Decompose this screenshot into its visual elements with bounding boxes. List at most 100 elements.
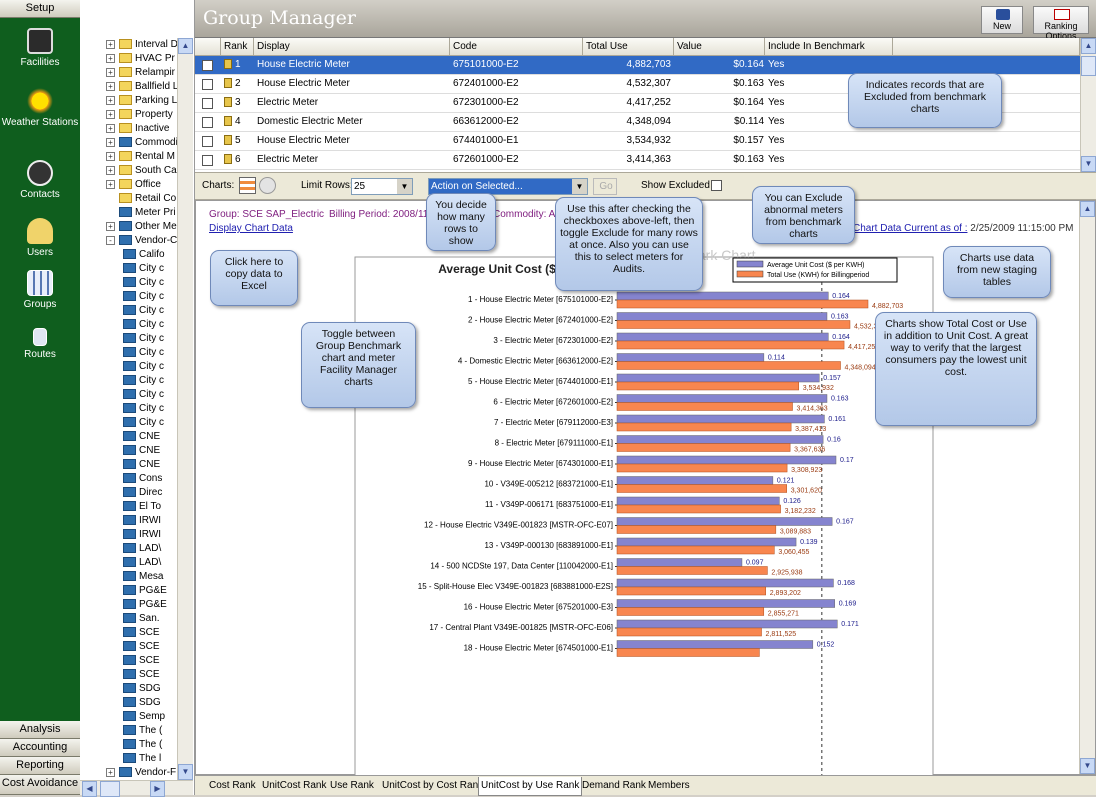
row-checkbox[interactable] — [202, 136, 213, 147]
tree-item[interactable]: City c — [123, 262, 164, 276]
row-checkbox[interactable] — [202, 117, 213, 128]
grid-vertical-scrollbar[interactable]: ▲ ▼ — [1080, 38, 1096, 172]
nav-item-contacts[interactable]: Contacts — [0, 160, 80, 200]
column-header-total-use[interactable]: Total Use — [583, 38, 674, 56]
tab-use-rank[interactable]: Use Rank — [328, 777, 376, 795]
tree-item[interactable]: SCE — [123, 668, 160, 682]
setup-header[interactable]: Setup — [0, 0, 80, 18]
expand-icon[interactable]: + — [106, 179, 115, 189]
scroll-down-icon[interactable]: ▼ — [178, 764, 193, 780]
scroll-up-icon[interactable]: ▲ — [1080, 201, 1095, 217]
tree-item[interactable]: LAD\ — [123, 556, 161, 570]
go-button[interactable]: Go — [593, 178, 617, 195]
expand-icon[interactable]: + — [106, 95, 115, 105]
expand-icon[interactable]: + — [106, 221, 115, 231]
tree-item[interactable]: + Parking L — [106, 94, 177, 108]
tree-item[interactable]: City c — [123, 318, 164, 332]
tree-item[interactable]: Semp — [123, 710, 165, 724]
scroll-down-icon[interactable]: ▼ — [1081, 156, 1096, 172]
benchmark-chart-toggle-icon[interactable] — [239, 177, 256, 194]
tree-item[interactable]: Retail Co — [119, 192, 176, 206]
tree-item[interactable]: Mesa — [123, 570, 163, 584]
nav-item-groups[interactable]: Groups — [0, 270, 80, 310]
tree-vertical-scrollbar[interactable]: ▲ ▼ — [177, 38, 193, 780]
nav-analysis[interactable]: Analysis — [0, 721, 80, 739]
row-checkbox[interactable] — [202, 60, 213, 71]
column-header-display[interactable]: Display — [254, 38, 450, 56]
tab-demand-rank[interactable]: Demand Rank — [580, 777, 648, 795]
tree-item[interactable]: SDG — [123, 682, 161, 696]
tree-item[interactable]: PG&E — [123, 584, 167, 598]
row-checkbox[interactable] — [202, 155, 213, 166]
chart-vertical-scrollbar[interactable]: ▲ ▼ — [1079, 201, 1095, 774]
tree-item[interactable]: Califo — [123, 248, 165, 262]
tree-item[interactable]: City c — [123, 416, 164, 430]
table-row[interactable]: 6 Electric Meter 672601000-E2 3,414,363 $0.1… — [195, 151, 1080, 170]
tree-item[interactable]: + Interval D — [106, 38, 178, 52]
scroll-up-icon[interactable]: ▲ — [1081, 38, 1096, 54]
nav-reporting[interactable]: Reporting — [0, 757, 80, 775]
table-row[interactable]: 5 House Electric Meter 674401000-E1 3,534,9… — [195, 132, 1080, 151]
tree-item[interactable]: - Vendor-C — [106, 234, 177, 248]
tree-item[interactable]: Meter Pri — [119, 206, 176, 220]
limit-rows-select[interactable]: 25 ▼ — [351, 178, 413, 195]
tree-item[interactable]: LAD\ — [123, 542, 161, 556]
tree-item[interactable]: CNE — [123, 430, 160, 444]
nav-item-facilities[interactable]: Facilities — [0, 28, 80, 68]
nav-item-routes[interactable]: Routes — [0, 328, 80, 360]
tree-item[interactable]: + Ballfield L — [106, 80, 178, 94]
tree-item[interactable]: SCE — [123, 626, 160, 640]
scroll-up-icon[interactable]: ▲ — [178, 38, 193, 54]
tree-item[interactable]: San. — [123, 612, 160, 626]
show-excluded-checkbox[interactable] — [711, 180, 722, 191]
column-header-value[interactable]: Value — [674, 38, 765, 56]
tree-item[interactable]: City c — [123, 290, 164, 304]
tab-cost-rank[interactable]: Cost Rank — [207, 777, 258, 795]
tree-item[interactable]: City c — [123, 276, 164, 290]
scroll-thumb[interactable] — [1081, 56, 1096, 76]
tree-horizontal-scrollbar[interactable]: ◀ ▶ — [80, 780, 193, 797]
row-checkbox[interactable] — [202, 79, 213, 90]
tree-item[interactable]: The l — [123, 752, 161, 766]
tree-item[interactable]: City c — [123, 360, 164, 374]
expand-icon[interactable]: + — [106, 165, 115, 175]
collapse-icon[interactable]: - — [106, 235, 115, 245]
column-header-code[interactable]: Code — [450, 38, 583, 56]
tab-unitcost-by-cost-rank[interactable]: UnitCost by Cost Rank — [380, 777, 485, 795]
tree-item[interactable]: City c — [123, 346, 164, 360]
tree-item[interactable]: SCE — [123, 640, 160, 654]
expand-icon[interactable]: + — [106, 53, 115, 63]
tree-item[interactable]: + Vendor-F — [106, 766, 176, 780]
expand-icon[interactable]: + — [106, 109, 115, 119]
tree-item[interactable]: IRWI — [123, 514, 161, 528]
expand-icon[interactable]: + — [106, 137, 115, 147]
tree-item[interactable]: PG&E — [123, 598, 167, 612]
tree-item[interactable]: City c — [123, 402, 164, 416]
facility-chart-toggle-icon[interactable] — [259, 177, 276, 194]
tree-item[interactable]: Cons — [123, 472, 162, 486]
display-chart-data-link[interactable]: Display Chart Data — [209, 223, 293, 234]
tree-item[interactable]: City c — [123, 388, 164, 402]
tree-item[interactable]: IRWI — [123, 528, 161, 542]
tree-item[interactable]: + Relampir — [106, 66, 175, 80]
scroll-down-icon[interactable]: ▼ — [1080, 758, 1095, 774]
tree-item[interactable]: SCE — [123, 654, 160, 668]
tab-unitcost-by-use-rank[interactable]: UnitCost by Use Rank — [478, 777, 583, 796]
tab-members[interactable]: Members — [646, 777, 692, 795]
expand-icon[interactable]: + — [106, 81, 115, 91]
tree-item[interactable]: + Commodi — [106, 136, 178, 150]
expand-icon[interactable]: + — [106, 67, 115, 77]
tree-item[interactable]: CNE — [123, 458, 160, 472]
tree-item[interactable]: + Inactive — [106, 122, 169, 136]
tree-item[interactable]: + Other Me — [106, 220, 177, 234]
nav-item-weather-stations[interactable]: Weather Stations — [0, 88, 80, 128]
nav-accounting[interactable]: Accounting — [0, 739, 80, 757]
expand-icon[interactable]: + — [106, 151, 115, 161]
tree-item[interactable]: City c — [123, 332, 164, 346]
tab-unitcost-rank[interactable]: UnitCost Rank — [260, 777, 328, 795]
expand-icon[interactable]: + — [106, 767, 115, 777]
chart-data-current-link[interactable]: Chart Data Current as of : — [853, 223, 968, 234]
row-checkbox[interactable] — [202, 98, 213, 109]
ranking-options-button[interactable]: Ranking Options — [1033, 6, 1089, 41]
tree-item[interactable]: City c — [123, 374, 164, 388]
